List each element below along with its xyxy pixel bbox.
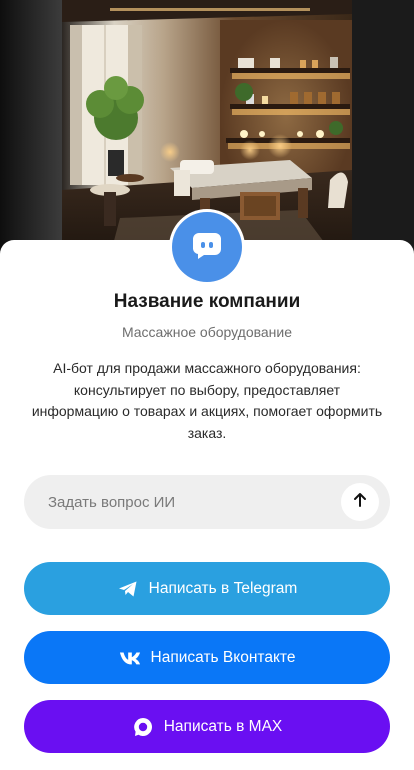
- arrow-up-icon: [351, 491, 369, 514]
- write-max-button[interactable]: Написать в MAX: [24, 700, 390, 753]
- vk-icon: [119, 647, 141, 669]
- write-telegram-button[interactable]: Написать в Telegram: [24, 562, 390, 615]
- max-icon: [132, 716, 154, 738]
- telegram-icon: [117, 578, 139, 600]
- avatar-circle: [172, 212, 242, 282]
- write-max-label: Написать в MAX: [163, 717, 283, 735]
- send-button[interactable]: [341, 483, 379, 521]
- company-category: Массажное оборудование: [121, 324, 293, 340]
- company-name: Название компании: [113, 291, 301, 312]
- chat-bubble-icon: [190, 228, 224, 267]
- company-avatar: [169, 209, 245, 285]
- write-vk-label: Написать Вконтакте: [150, 648, 296, 666]
- write-telegram-label: Написать в Telegram: [148, 579, 298, 597]
- ask-ai-input[interactable]: [24, 475, 324, 529]
- write-vk-button[interactable]: Написать Вконтакте: [24, 631, 390, 684]
- ask-ai-field: [24, 475, 390, 529]
- company-description: AI-бот для продажи массажного оборудован…: [31, 360, 383, 441]
- page: Название компании Массажное оборудование…: [0, 0, 414, 770]
